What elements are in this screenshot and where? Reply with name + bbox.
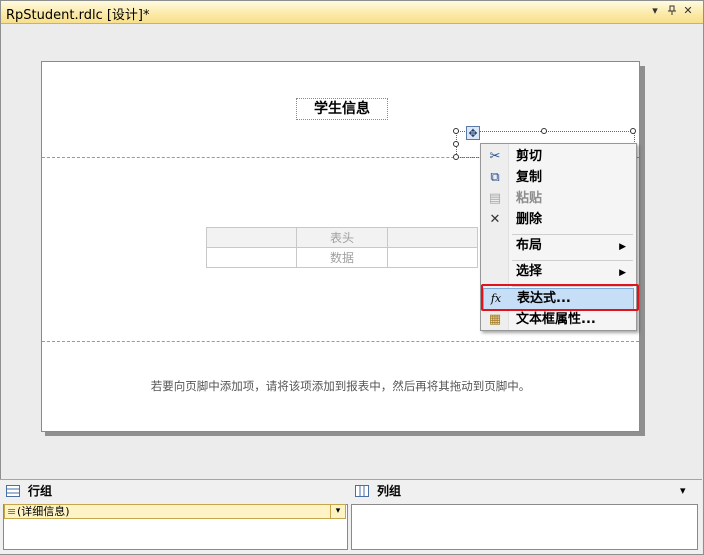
close-icon[interactable]: ✕ xyxy=(682,5,694,17)
menu-item-label: 粘贴 xyxy=(516,191,543,206)
clipboard-icon: ▤ xyxy=(488,191,502,206)
row-group-label: (详细信息) xyxy=(17,505,70,518)
column-groups-label: 列组 xyxy=(377,484,402,498)
menu-item-label: 复制 xyxy=(516,170,543,185)
resize-handle[interactable] xyxy=(453,141,459,147)
column-groups-icon xyxy=(355,485,369,497)
pane-options-dropdown-icon[interactable]: ▾ xyxy=(680,484,686,497)
menu-item-label: 布局 xyxy=(516,238,543,253)
move-handle-icon[interactable]: ✥ xyxy=(466,126,480,140)
menu-item-delete[interactable]: ✕ 删除 xyxy=(483,210,634,231)
menu-item-label: 删除 xyxy=(516,212,543,227)
menu-item-cut[interactable]: ✂ 剪切 xyxy=(483,147,634,168)
menu-separator xyxy=(512,260,633,261)
menu-item-select[interactable]: 选择 ▶ xyxy=(483,262,634,283)
table-header-row: 表头 xyxy=(206,227,478,248)
menu-item-copy[interactable]: ⧉ 复制 xyxy=(483,168,634,189)
menu-item-label: 选择 xyxy=(516,264,543,279)
resize-handle[interactable] xyxy=(453,154,459,160)
row-group-dropdown-icon[interactable]: ▾ xyxy=(330,505,345,518)
resize-handle[interactable] xyxy=(630,128,636,134)
row-groups-label: 行组 xyxy=(28,484,53,498)
resize-handle[interactable] xyxy=(541,128,547,134)
grouping-pane: 行组 ≡ (详细信息) ▾ 列组 ▾ xyxy=(0,479,702,554)
menu-separator xyxy=(512,234,633,235)
report-table[interactable]: 表头 数据 xyxy=(206,227,478,268)
properties-icon: ▦ xyxy=(488,312,502,327)
column-groups-box[interactable] xyxy=(351,504,698,550)
footer-separator xyxy=(42,341,639,342)
footer-hint-text: 若要向页脚中添加项，请将该项添加到报表中，然后再将其拖动到页脚中。 xyxy=(150,379,531,393)
group-lines-icon: ≡ xyxy=(7,505,17,518)
resize-handle[interactable] xyxy=(453,128,459,134)
menu-item-paste[interactable]: ▤ 粘贴 xyxy=(483,189,634,210)
delete-x-icon: ✕ xyxy=(489,212,501,227)
document-title: RpStudent.rdlc [设计]* xyxy=(6,8,150,23)
submenu-arrow-icon: ▶ xyxy=(619,242,626,252)
table-cell[interactable] xyxy=(387,227,478,248)
submenu-arrow-icon: ▶ xyxy=(619,268,626,278)
window-position-dropdown-icon[interactable]: ▾ xyxy=(649,5,661,17)
table-header-cell[interactable]: 表头 xyxy=(296,227,388,248)
row-group-details[interactable]: ≡ (详细信息) ▾ xyxy=(4,504,346,519)
row-groups-icon xyxy=(6,485,20,497)
highlight-annotation-box xyxy=(481,284,639,311)
pin-icon[interactable] xyxy=(666,5,678,17)
table-cell[interactable] xyxy=(387,247,478,268)
menu-item-layout[interactable]: 布局 ▶ xyxy=(483,236,634,257)
copy-icon: ⧉ xyxy=(490,170,500,185)
menu-item-textbox-properties[interactable]: ▦ 文本框属性... xyxy=(483,310,634,331)
report-title-textbox[interactable]: 学生信息 xyxy=(296,98,388,120)
menu-item-label: 文本框属性... xyxy=(516,312,596,327)
scissors-icon: ✂ xyxy=(489,149,501,164)
document-tab-titlebar: RpStudent.rdlc [设计]* ▾ ✕ xyxy=(1,1,703,24)
table-data-cell[interactable]: 数据 xyxy=(296,247,388,268)
table-data-row: 数据 xyxy=(206,247,478,268)
table-cell[interactable] xyxy=(206,247,297,268)
menu-item-label: 剪切 xyxy=(516,149,543,164)
table-cell[interactable] xyxy=(206,227,297,248)
